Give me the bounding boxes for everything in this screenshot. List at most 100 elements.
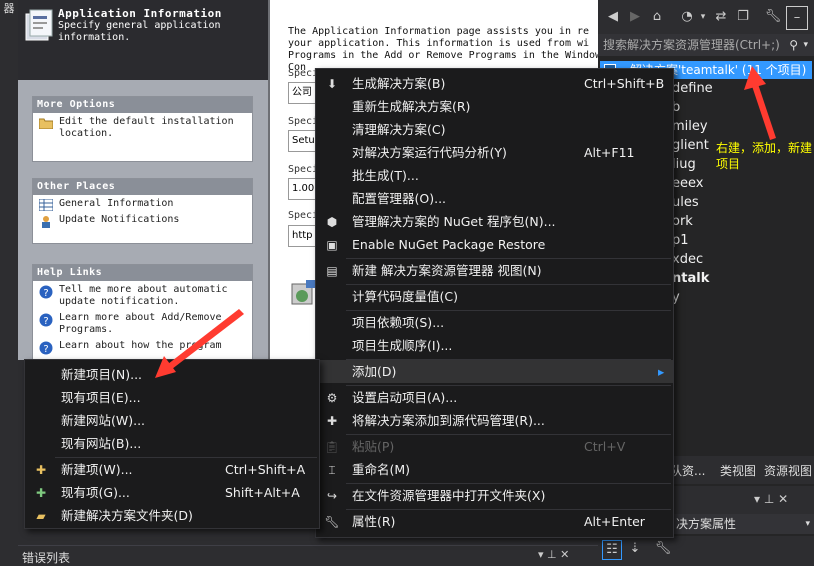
menu-item-existing-project[interactable]: 现有项目(E)... [25,386,319,409]
wizard-sidebar: More Options Edit the default installati… [18,80,268,360]
menu-item-code-analysis[interactable]: 对解决方案运行代码分析(Y) Alt+F11 [316,141,673,164]
help-link-program[interactable]: ? Learn about how the program [33,337,252,355]
menu-item-manage-nuget[interactable]: ⬢ 管理解决方案的 NuGet 程序包(N)... [316,210,673,233]
menu-item-enable-nuget-restore[interactable]: ▣ Enable NuGet Package Restore [316,233,673,256]
tab-class-view[interactable]: 类视图 [720,462,756,479]
panel-title: Other Places [33,179,252,195]
update-notifications-label: Update Notifications [59,214,180,225]
menu-item-label: 现有网站(B)... [61,436,142,451]
tree-node[interactable]: ork [672,214,693,229]
wrench-icon[interactable]: 🔧︎ [764,8,782,26]
submenu-arrow-icon: ▸ [658,364,665,379]
back-icon[interactable]: ◀ [604,8,622,26]
help-link-add-remove[interactable]: ? Learn more about Add/Remove Programs. [33,309,252,337]
menu-item-open-in-explorer[interactable]: ↪ 在文件资源管理器中打开文件夹(X) [316,484,673,507]
menu-item-label: 重新生成解决方案(R) [352,99,471,114]
wizard-title: Application Information [58,7,222,20]
menu-item-new-solution-folder[interactable]: ▰ 新建解决方案文件夹(D) [25,504,319,527]
general-information-link[interactable]: General Information [33,195,252,212]
solution-explorer-toolbar: ◀ ▶ ⌂ ◔ ▾ ⇄ ❐ 🔧︎ – [598,0,814,34]
alphabetical-icon[interactable]: ⇣ [626,540,644,558]
error-list-tab[interactable]: 错误列表 [22,549,70,566]
chevron-down-icon[interactable]: ▾ [805,514,810,534]
tree-node[interactable]: xdec [672,252,703,267]
chevron-down-icon[interactable]: ▾ [694,8,712,26]
field-label: Speci [288,164,319,175]
menu-item-new-item[interactable]: ✚ 新建项(W)... Ctrl+Shift+A [25,458,319,481]
application-icon [24,8,54,44]
menu-item-label: 新建项(W)... [61,462,133,477]
menu-item-code-metrics[interactable]: 计算代码度量值(C) [316,285,673,308]
menu-item-label: 现有项目(E)... [61,390,141,405]
menu-item-existing-website[interactable]: 现有网站(B)... [25,432,319,455]
categorized-icon[interactable]: ☷ [602,540,622,560]
menu-item-shortcut: Shift+Alt+A [225,485,300,500]
home-icon[interactable]: ⌂ [648,8,666,26]
chevron-down-icon[interactable]: ▾ [803,34,808,56]
menu-item-build-order[interactable]: 项目生成顺序(I)... [316,334,673,357]
help-link-auto-update[interactable]: ? Tell me more about automatic update no… [33,281,252,309]
properties-pin-controls[interactable]: ▾ ⊥ ✕ [754,492,788,506]
tree-node[interactable]: miley [672,119,708,134]
forward-icon[interactable]: ▶ [626,8,644,26]
tree-node-startup[interactable]: ntalk [672,271,709,286]
edit-location-label: Edit the default installation location. [59,116,234,139]
menu-item-label: 生成解决方案(B) [352,76,446,91]
tree-node[interactable]: liug [672,157,696,172]
search-input[interactable]: 搜索解决方案资源管理器(Ctrl+;) [603,34,780,56]
tree-node[interactable]: glient [672,138,709,153]
menu-item-clean-solution[interactable]: 清理解决方案(C) [316,118,673,141]
menu-item-existing-item[interactable]: ✚ 现有项(G)... Shift+Alt+A [25,481,319,504]
tab-resource-view[interactable]: 资源视图 [764,462,812,479]
menu-item-build-solution[interactable]: ⬇ 生成解决方案(B) Ctrl+Shift+B [316,72,673,95]
tree-node[interactable]: define [672,81,713,96]
menu-item-label: 新建 解决方案资源管理器 视图(N) [352,263,542,278]
menu-item-rebuild-solution[interactable]: 重新生成解决方案(R) [316,95,673,118]
menu-item-label: 对解决方案运行代码分析(Y) [352,145,507,160]
menu-item-shortcut: Alt+F11 [584,145,635,160]
tree-node[interactable]: p1 [672,233,689,248]
menu-item-add[interactable]: 添加(D) ▸ [316,360,673,383]
left-tool-strip: 器 [0,0,18,564]
annotation-note: 右建，添加，新建项目 [716,141,813,171]
panel-help-links: Help Links ? Tell me more about automati… [32,264,253,360]
menu-item-new-project[interactable]: 新建项目(N)... [25,363,319,386]
menu-item-configuration-manager[interactable]: 配置管理器(O)... [316,187,673,210]
wrench-icon[interactable]: 🔧︎ [654,540,672,558]
menu-item-add-source-control[interactable]: ✚ 将解决方案添加到源代码管理(R)... [316,409,673,432]
collapse-icon[interactable]: ❐ [734,8,752,26]
menu-item-new-explorer-view[interactable]: ▤ 新建 解决方案资源管理器 视图(N) [316,259,673,282]
restore-icon: ▣ [326,238,338,252]
pin-icon[interactable]: – [786,6,808,30]
panel-title: Help Links [33,265,252,281]
menu-item-rename[interactable]: ⌶ 重命名(M) [316,458,673,481]
menu-item-project-dependencies[interactable]: 项目依赖项(S)... [316,311,673,334]
field-label: Speci [288,210,319,221]
tab-team-explorer[interactable]: 队资... [670,462,705,479]
menu-item-set-startup[interactable]: ⚙ 设置启动项目(A)... [316,386,673,409]
nuget-icon: ⬢ [326,215,338,229]
menu-item-label: 批生成(T)... [352,168,419,183]
help-link-label: Learn about how the program [59,340,222,351]
update-notifications-link[interactable]: Update Notifications [33,211,252,228]
tree-node[interactable]: eeex [672,176,703,191]
menu-item-label: 粘贴(P) [352,439,395,454]
solution-search[interactable]: 搜索解决方案资源管理器(Ctrl+;) ⚲ ▾ [598,34,814,56]
panel-pin-controls[interactable]: ▾ ⊥ ✕ [538,548,569,561]
search-icon[interactable]: ⚲ [789,34,798,56]
menu-item-label: 计算代码度量值(C) [352,289,458,304]
menu-item-paste[interactable]: 📋︎ 粘贴(P) Ctrl+V [316,435,673,458]
field-label: Speci [288,68,319,79]
menu-item-batch-build[interactable]: 批生成(T)... [316,164,673,187]
tree-node[interactable]: ules [672,195,699,210]
menu-item-shortcut: Ctrl+Shift+B [584,76,665,91]
wizard-description: The Application Information page assists… [288,26,598,73]
field-label: Speci [288,116,319,127]
edit-location-link[interactable]: Edit the default installation location. [33,113,252,141]
menu-item-properties[interactable]: 🔧︎ 属性(R) Alt+Enter [316,510,673,533]
menu-item-new-website[interactable]: 新建网站(W)... [25,409,319,432]
svg-text:?: ? [43,316,48,327]
sync-icon[interactable]: ⇄ [712,8,730,26]
menu-item-label: 清理解决方案(C) [352,122,446,137]
add-submenu: 新建项目(N)... 现有项目(E)... 新建网站(W)... 现有网站(B)… [24,359,320,529]
